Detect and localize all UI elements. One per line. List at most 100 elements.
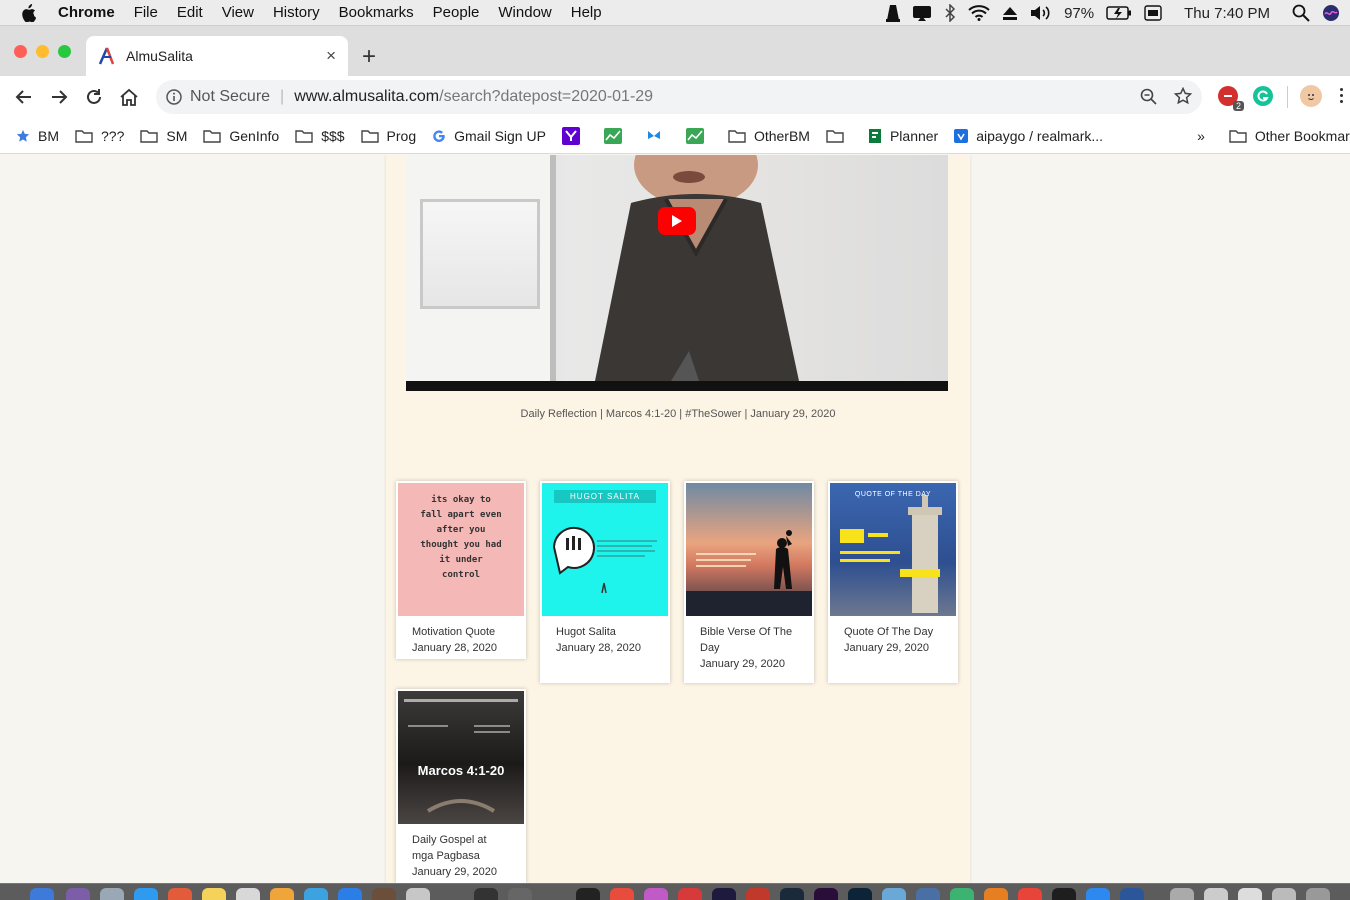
menu-people[interactable]: People (433, 4, 480, 21)
terminal-icon[interactable] (1052, 888, 1076, 900)
tab-close-button[interactable]: × (326, 46, 336, 66)
lightroom-icon[interactable] (780, 888, 804, 900)
video-control-bar[interactable] (406, 381, 948, 391)
grammarly-icon[interactable] (1253, 86, 1273, 106)
app-icon-generic[interactable] (1086, 888, 1110, 900)
bookmark-folder-sm[interactable]: SM (140, 128, 187, 144)
window-close-button[interactable] (14, 45, 27, 58)
bluetooth-icon[interactable] (944, 4, 956, 22)
battery-icon[interactable] (1106, 6, 1132, 20)
menu-bookmarks[interactable]: Bookmarks (339, 4, 414, 21)
eject-icon[interactable] (1002, 5, 1018, 21)
home-button[interactable] (117, 85, 141, 109)
new-tab-button[interactable]: + (362, 43, 376, 71)
trash-icon[interactable] (1306, 888, 1330, 900)
back-button[interactable] (12, 85, 36, 109)
app-icon-generic[interactable] (508, 888, 532, 900)
app-icon-generic[interactable] (950, 888, 974, 900)
app-icon-generic[interactable] (644, 888, 668, 900)
siri-dock-icon[interactable] (66, 888, 90, 900)
bookmark-folder-unknown[interactable]: ??? (75, 128, 124, 144)
menu-edit[interactable]: Edit (177, 4, 203, 21)
menu-file[interactable]: File (134, 4, 158, 21)
bookmark-folder-unnamed[interactable] (826, 129, 852, 143)
zoom-icon[interactable] (1140, 88, 1158, 106)
safari-icon[interactable] (134, 888, 158, 900)
bookmark-bm[interactable]: BM (16, 128, 59, 144)
post-card[interactable]: Marcos 4:1-20 Daily Gospel at mga Pagbas… (396, 689, 526, 883)
calendar-icon[interactable] (168, 888, 192, 900)
video-embed[interactable] (406, 155, 948, 391)
bookmark-folder-prog[interactable]: Prog (360, 128, 416, 144)
apple-menu-icon[interactable] (20, 3, 40, 22)
bookmark-aipaygo[interactable]: aipaygo / realmark... (954, 128, 1103, 144)
bookmark-other-bookmarks[interactable]: Other Bookmarks (1229, 128, 1350, 144)
window-zoom-button[interactable] (58, 45, 71, 58)
tab-almusalita[interactable]: AlmuSalita × (86, 36, 348, 76)
menu-history[interactable]: History (273, 4, 320, 21)
wifi-icon[interactable] (968, 5, 990, 21)
bookmark-folder-otherbm[interactable]: OtherBM (728, 128, 810, 144)
app-icon-generic[interactable] (406, 888, 430, 900)
bookmark-planner[interactable]: Planner (868, 128, 938, 144)
bookmark-folder-money[interactable]: $$$ (295, 128, 345, 144)
info-icon[interactable] (166, 89, 182, 105)
firefox-icon[interactable] (984, 888, 1008, 900)
menubar-clock[interactable]: Thu 7:40 PM (1184, 5, 1270, 22)
post-card[interactable]: QUOTE OF THE DAY Quote Of The Day Januar… (828, 481, 958, 683)
app-icon-generic[interactable] (474, 888, 498, 900)
bookmark-butterfly[interactable] (646, 129, 670, 143)
app-icon-generic[interactable] (746, 888, 770, 900)
reload-button[interactable] (82, 85, 106, 109)
siri-icon[interactable] (1322, 4, 1340, 22)
bookmark-chart-2[interactable] (685, 127, 712, 144)
messages-icon[interactable] (304, 888, 328, 900)
chrome-menu-icon[interactable] (1340, 88, 1343, 103)
app-icon-generic[interactable] (678, 888, 702, 900)
screen-mirror-icon[interactable] (912, 5, 932, 21)
menu-view[interactable]: View (222, 4, 254, 21)
bookmark-chart-1[interactable] (603, 127, 630, 144)
word-icon[interactable] (1120, 888, 1144, 900)
app-icon-generic[interactable] (882, 888, 906, 900)
spotlight-search-icon[interactable] (1292, 4, 1310, 22)
forward-button[interactable] (47, 85, 71, 109)
photos-icon[interactable] (270, 888, 294, 900)
volume-icon[interactable] (1030, 5, 1052, 21)
security-status[interactable]: Not Secure (190, 88, 270, 106)
post-card[interactable]: HUGOT SALITA Hugot Salita January 28, 20… (540, 481, 670, 683)
document-stack-icon[interactable] (1272, 888, 1296, 900)
reminders-icon[interactable] (236, 888, 260, 900)
chrome-dock-icon[interactable] (610, 888, 634, 900)
app-store-icon[interactable] (338, 888, 362, 900)
bookmark-yahoo[interactable] (561, 126, 588, 145)
launchpad-icon[interactable] (100, 888, 124, 900)
premiere-icon[interactable] (814, 888, 838, 900)
youtube-play-button[interactable] (658, 207, 696, 235)
post-card[interactable]: Bible Verse Of The Day January 29, 2020 (684, 481, 814, 683)
bookmark-gmail-signup[interactable]: Gmail Sign UP (432, 128, 546, 144)
filezilla-icon[interactable] (1018, 888, 1042, 900)
url-text[interactable]: www.almusalita.com/search?datepost=2020-… (294, 88, 653, 106)
web-page-viewport[interactable]: Daily Reflection | Marcos 4:1-20 | #TheS… (0, 155, 1350, 883)
window-minimize-button[interactable] (36, 45, 49, 58)
post-card[interactable]: its okay to fall apart even after you th… (396, 481, 526, 659)
keyboard-icon[interactable] (1144, 5, 1162, 21)
bookmark-star-icon[interactable] (1174, 87, 1192, 105)
bookmarks-overflow-button[interactable]: » (1197, 128, 1205, 144)
menu-app-name[interactable]: Chrome (58, 4, 115, 21)
document-stack-icon[interactable] (1204, 888, 1228, 900)
final-cut-icon[interactable] (576, 888, 600, 900)
address-bar[interactable]: Not Secure | www.almusalita.com/search?d… (156, 80, 1202, 114)
downloads-folder-icon[interactable] (1170, 888, 1194, 900)
finder-icon[interactable] (30, 888, 54, 900)
adblock-extension-icon[interactable]: 2 (1218, 86, 1244, 111)
menu-help[interactable]: Help (571, 4, 602, 21)
document-stack-icon[interactable] (1238, 888, 1262, 900)
notes-icon[interactable] (202, 888, 226, 900)
after-effects-icon[interactable] (712, 888, 736, 900)
photoshop-icon[interactable] (848, 888, 872, 900)
app-icon-generic[interactable] (372, 888, 396, 900)
app-icon-generic[interactable] (916, 888, 940, 900)
profile-avatar[interactable] (1300, 85, 1322, 107)
